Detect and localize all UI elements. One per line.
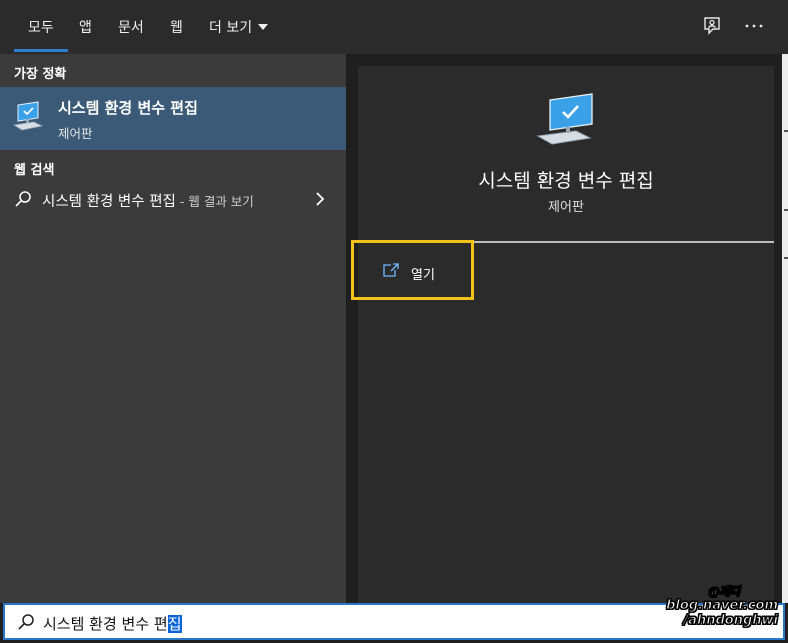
search-icon bbox=[15, 191, 31, 207]
search-input[interactable]: 시스템 환경 변수 편집 bbox=[43, 613, 182, 634]
background-window-edge bbox=[782, 54, 788, 603]
edge-mark bbox=[784, 209, 788, 211]
results-panel: 가장 정확 시스템 환경 변수 편집 제어판 웹 검색 시스템 환경 변수 편집… bbox=[0, 54, 346, 603]
open-in-new-icon bbox=[383, 263, 399, 277]
edge-mark bbox=[784, 130, 788, 132]
search-icon bbox=[18, 614, 34, 630]
tab-apps[interactable]: 앱 bbox=[79, 0, 92, 54]
tab-all[interactable]: 모두 bbox=[14, 0, 68, 54]
preview-pane: 시스템 환경 변수 편집 제어판 bbox=[358, 66, 774, 603]
control-panel-monitor-icon bbox=[536, 93, 593, 145]
tab-documents-label: 문서 bbox=[118, 20, 144, 36]
control-panel-monitor-icon bbox=[12, 101, 44, 131]
edge-mark bbox=[784, 257, 788, 259]
chevron-down-icon bbox=[258, 24, 269, 30]
tab-web-label: 웹 bbox=[170, 20, 183, 36]
search-filter-bar: 모두 앱 문서 웹 더 보기 bbox=[0, 0, 788, 54]
tab-documents[interactable]: 문서 bbox=[118, 0, 144, 54]
tab-more-label: 더 보기 bbox=[209, 20, 253, 36]
preview-title: 시스템 환경 변수 편집 bbox=[478, 170, 654, 192]
web-search-suffix: - 웹 결과 보기 bbox=[175, 194, 254, 209]
tab-more[interactable]: 더 보기 bbox=[209, 0, 269, 54]
feedback-icon[interactable] bbox=[700, 14, 724, 38]
watermark: @재디 blog.naver.com /ahndonghwi bbox=[666, 583, 779, 633]
web-search-text: 시스템 환경 변수 편집 - 웹 결과 보기 bbox=[42, 190, 254, 211]
best-match-header: 가장 정확 bbox=[14, 67, 67, 82]
web-search-item[interactable]: 시스템 환경 변수 편집 - 웹 결과 보기 bbox=[0, 180, 346, 220]
best-match-item[interactable]: 시스템 환경 변수 편집 제어판 bbox=[0, 87, 346, 150]
chevron-right-icon[interactable] bbox=[314, 191, 326, 207]
preview-subtitle: 제어판 bbox=[548, 200, 584, 215]
search-query-selection: 집 bbox=[167, 615, 182, 633]
best-match-title: 시스템 환경 변수 편집 bbox=[58, 99, 198, 117]
tab-apps-label: 앱 bbox=[79, 20, 92, 36]
more-options-icon[interactable] bbox=[742, 14, 766, 38]
tab-all-label: 모두 bbox=[28, 20, 54, 36]
open-button[interactable]: 열기 bbox=[351, 240, 474, 300]
search-query-text: 시스템 환경 변수 편 bbox=[43, 615, 168, 633]
web-search-header: 웹 검색 bbox=[14, 163, 55, 178]
tab-web[interactable]: 웹 bbox=[170, 0, 183, 54]
watermark-blog: blog.naver.com bbox=[666, 598, 779, 614]
watermark-handle: @재디 bbox=[708, 585, 740, 599]
web-search-query: 시스템 환경 변수 편집 bbox=[42, 194, 176, 210]
watermark-id: /ahndonghwi bbox=[683, 613, 779, 629]
best-match-subtitle: 제어판 bbox=[58, 126, 93, 141]
open-label: 열기 bbox=[411, 268, 435, 283]
